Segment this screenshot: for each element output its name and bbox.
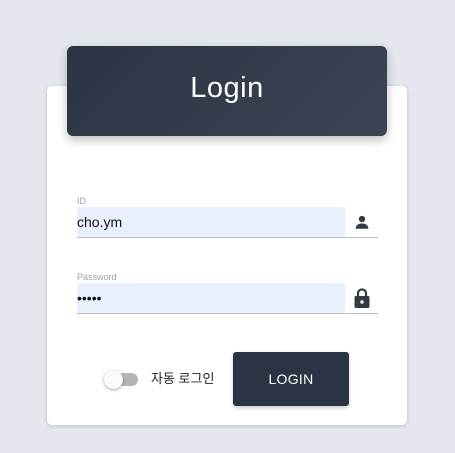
id-label: ID xyxy=(77,196,86,206)
toggle-knob xyxy=(104,370,123,389)
password-label: Password xyxy=(77,272,117,282)
id-field-group: ID xyxy=(77,195,378,238)
auto-login-toggle[interactable] xyxy=(104,370,138,389)
lock-icon xyxy=(353,287,371,309)
id-input[interactable] xyxy=(77,207,345,238)
login-title: Login xyxy=(190,71,264,104)
login-button[interactable]: LOGIN xyxy=(233,352,349,406)
auto-login-label: 자동 로그인 xyxy=(151,371,215,386)
password-input[interactable] xyxy=(77,283,345,314)
login-header: Login xyxy=(67,46,387,136)
password-field-row xyxy=(77,283,378,314)
password-icon-wrap xyxy=(345,283,378,314)
person-icon xyxy=(353,213,371,231)
id-field-row xyxy=(77,207,378,238)
login-page: Login ID Password xyxy=(0,0,455,453)
password-field-group: Password xyxy=(77,271,378,314)
id-icon-wrap xyxy=(345,207,378,238)
login-actions: 자동 로그인 LOGIN xyxy=(104,352,349,406)
